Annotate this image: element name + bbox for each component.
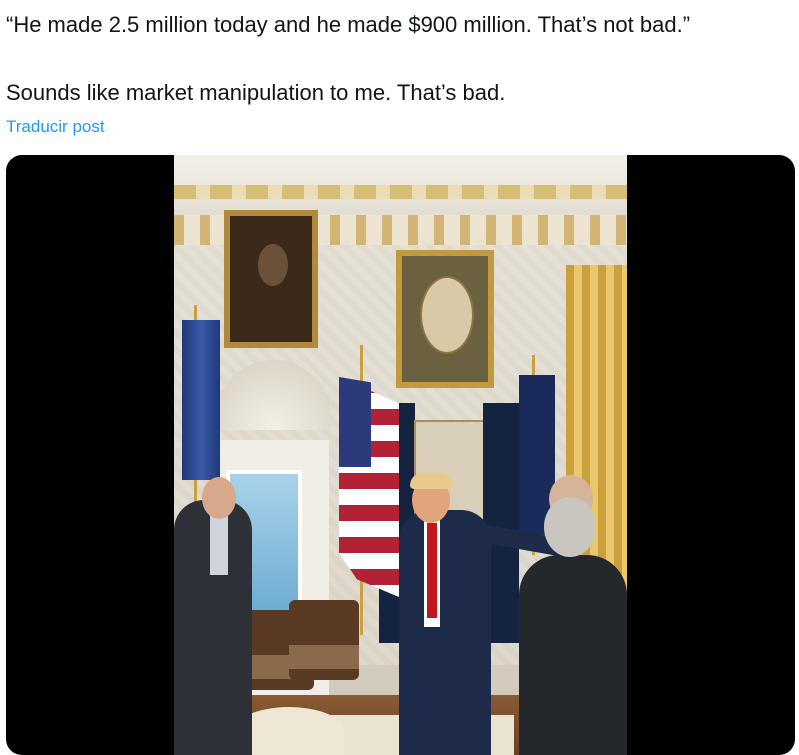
man-center-hair bbox=[410, 473, 452, 489]
post-quote: “He made 2.5 million today and he made $… bbox=[6, 12, 691, 37]
post-text: “He made 2.5 million today and he made $… bbox=[6, 10, 786, 108]
portrait-washington bbox=[396, 250, 494, 388]
chair-seat-right bbox=[289, 645, 359, 669]
man-left-head bbox=[202, 477, 236, 519]
us-flag-canton bbox=[339, 377, 371, 467]
man-center-tie bbox=[427, 523, 437, 618]
man-center-suit bbox=[399, 510, 491, 755]
video-media[interactable] bbox=[6, 155, 795, 755]
man-left-shirt bbox=[210, 515, 228, 575]
post-comment: Sounds like market manipulation to me. T… bbox=[6, 80, 506, 105]
translate-post-link[interactable]: Traducir post bbox=[6, 117, 105, 137]
video-frame bbox=[174, 155, 627, 755]
man-right-suit bbox=[519, 555, 627, 755]
man-right-head bbox=[544, 497, 596, 557]
army-flag bbox=[182, 320, 220, 480]
portrait-lincoln bbox=[224, 210, 318, 348]
ceiling-band bbox=[174, 185, 627, 199]
